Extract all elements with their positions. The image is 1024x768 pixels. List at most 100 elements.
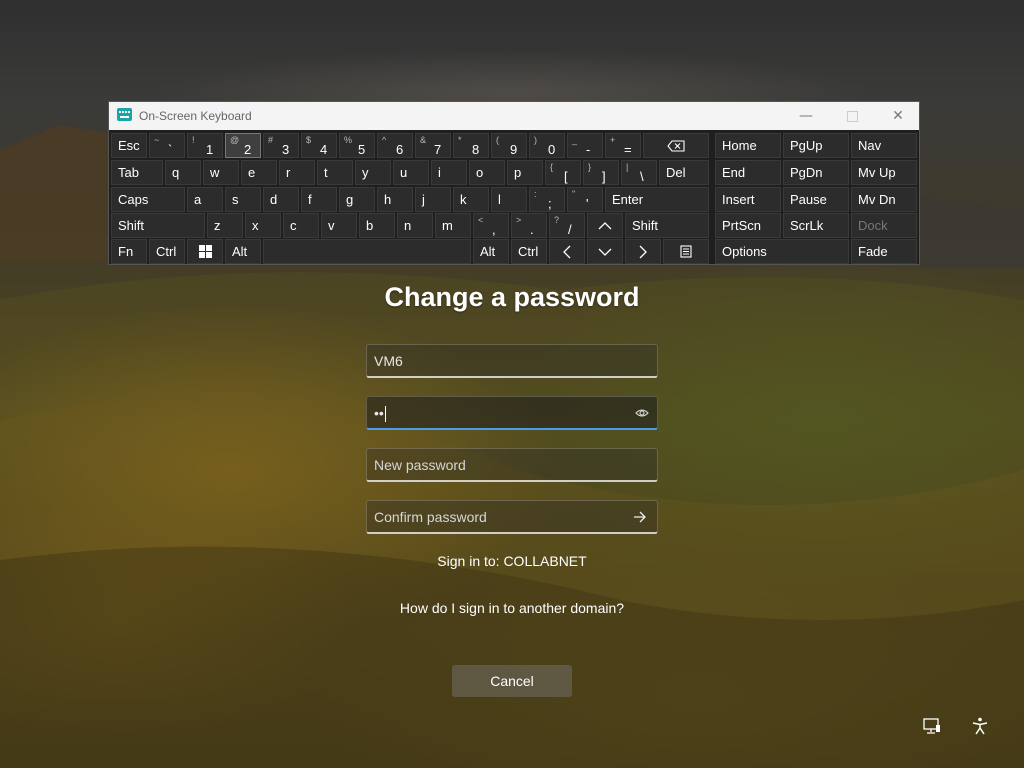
key-m[interactable]: m (435, 213, 471, 238)
key-9[interactable]: (9 (491, 133, 527, 158)
key-j[interactable]: j (415, 187, 451, 212)
key-end[interactable]: End (715, 160, 781, 185)
key-del[interactable]: Del (659, 160, 709, 185)
accessibility-icon[interactable] (970, 716, 990, 736)
confirm-password-field[interactable]: Confirm password (366, 500, 658, 534)
key-nav[interactable]: Nav (851, 133, 917, 158)
key-enter[interactable]: Enter (605, 187, 709, 212)
key-insert[interactable]: Insert (715, 187, 781, 212)
key-l[interactable]: l (491, 187, 527, 212)
key-a[interactable]: a (187, 187, 223, 212)
key-esc[interactable]: Esc (111, 133, 147, 158)
key-y[interactable]: y (355, 160, 391, 185)
key-home[interactable]: Home (715, 133, 781, 158)
key-v[interactable]: v (321, 213, 357, 238)
key-g[interactable]: g (339, 187, 375, 212)
eye-icon[interactable] (635, 406, 649, 420)
key-scrlk[interactable]: ScrLk (783, 213, 849, 238)
key-menu[interactable] (663, 239, 709, 264)
new-password-field[interactable]: New password (366, 448, 658, 482)
key-slash[interactable]: ? / (549, 213, 585, 238)
key-4[interactable]: $4 (301, 133, 337, 158)
key-r[interactable]: r (279, 160, 315, 185)
key-dock[interactable]: Dock (851, 213, 917, 238)
username-field[interactable]: VM6 (366, 344, 658, 378)
key-6[interactable]: ^ 6 (377, 133, 413, 158)
key-period[interactable]: >. (511, 213, 547, 238)
key-mvdn[interactable]: Mv Dn (851, 187, 917, 212)
osk-title-bar[interactable]: On-Screen Keyboard — ✕ (109, 102, 919, 130)
key-space[interactable] (263, 239, 471, 264)
key-lshift[interactable]: Shift (111, 213, 205, 238)
key-backslash[interactable]: | \ (621, 160, 657, 185)
key-shift-label: ! (192, 135, 195, 145)
key-d[interactable]: d (263, 187, 299, 212)
key-o[interactable]: o (469, 160, 505, 185)
key-u[interactable]: u (393, 160, 429, 185)
key-h[interactable]: h (377, 187, 413, 212)
other-domain-link[interactable]: How do I sign in to another domain? (0, 600, 1024, 616)
network-icon[interactable] (922, 716, 942, 736)
key-x[interactable]: x (245, 213, 281, 238)
key-tilde[interactable]: ~ ` (149, 133, 185, 158)
close-button[interactable]: ✕ (875, 102, 921, 130)
key-n[interactable]: n (397, 213, 433, 238)
key-up[interactable] (587, 213, 623, 238)
key-down[interactable] (587, 239, 623, 264)
cancel-button[interactable]: Cancel (452, 665, 572, 697)
key-e[interactable]: e (241, 160, 277, 185)
maximize-button[interactable] (829, 102, 875, 130)
key-backspace[interactable] (643, 133, 709, 158)
key-q[interactable]: q (165, 160, 201, 185)
key-0[interactable]: ) 0 (529, 133, 565, 158)
key-equals[interactable]: + = (605, 133, 641, 158)
key-mvup[interactable]: Mv Up (851, 160, 917, 185)
key-pgdn[interactable]: PgDn (783, 160, 849, 185)
key-fade[interactable]: Fade (851, 239, 917, 264)
key-minus[interactable]: _ - (567, 133, 603, 158)
key-5[interactable]: % 5 (339, 133, 375, 158)
key-8[interactable]: * 8 (453, 133, 489, 158)
key-b[interactable]: b (359, 213, 395, 238)
key-p[interactable]: p (507, 160, 543, 185)
key-rshift[interactable]: Shift (625, 213, 709, 238)
key-comma[interactable]: <, (473, 213, 509, 238)
key-3[interactable]: #3 (263, 133, 299, 158)
key-ralt[interactable]: Alt (473, 239, 509, 264)
key-7[interactable]: & 7 (415, 133, 451, 158)
key-i[interactable]: i (431, 160, 467, 185)
key-1[interactable]: ! 1 (187, 133, 223, 158)
key-2[interactable]: @2 (225, 133, 261, 158)
key-pgup[interactable]: PgUp (783, 133, 849, 158)
key-t[interactable]: t (317, 160, 353, 185)
key-left[interactable] (549, 239, 585, 264)
key-lbracket[interactable]: {[ (545, 160, 581, 185)
key-caps[interactable]: Caps (111, 187, 185, 212)
key-pause[interactable]: Pause (783, 187, 849, 212)
key-z[interactable]: z (207, 213, 243, 238)
key-s[interactable]: s (225, 187, 261, 212)
old-password-field[interactable]: •• (366, 396, 658, 430)
key-semicolon[interactable]: :; (529, 187, 565, 212)
minimize-button[interactable]: — (783, 102, 829, 130)
key-lalt[interactable]: Alt (225, 239, 261, 264)
key-quote[interactable]: " ' (567, 187, 603, 212)
key-rctrl[interactable]: Ctrl (511, 239, 547, 264)
arrow-right-icon[interactable] (633, 510, 647, 524)
key-options[interactable]: Options (715, 239, 849, 264)
key-tab[interactable]: Tab (111, 160, 163, 185)
key-fn[interactable]: Fn (111, 239, 147, 264)
key-rbracket[interactable]: }] (583, 160, 619, 185)
key-label: 6 (396, 142, 404, 157)
key-win[interactable] (187, 239, 223, 264)
key-c[interactable]: c (283, 213, 319, 238)
key-w[interactable]: w (203, 160, 239, 185)
key-right[interactable] (625, 239, 661, 264)
key-shift-label: # (268, 135, 274, 145)
key-f[interactable]: f (301, 187, 337, 212)
key-lctrl[interactable]: Ctrl (149, 239, 185, 264)
key-k[interactable]: k (453, 187, 489, 212)
key-label: g (346, 192, 354, 207)
key-prtscn[interactable]: PrtScn (715, 213, 781, 238)
key-label: v (328, 218, 335, 233)
